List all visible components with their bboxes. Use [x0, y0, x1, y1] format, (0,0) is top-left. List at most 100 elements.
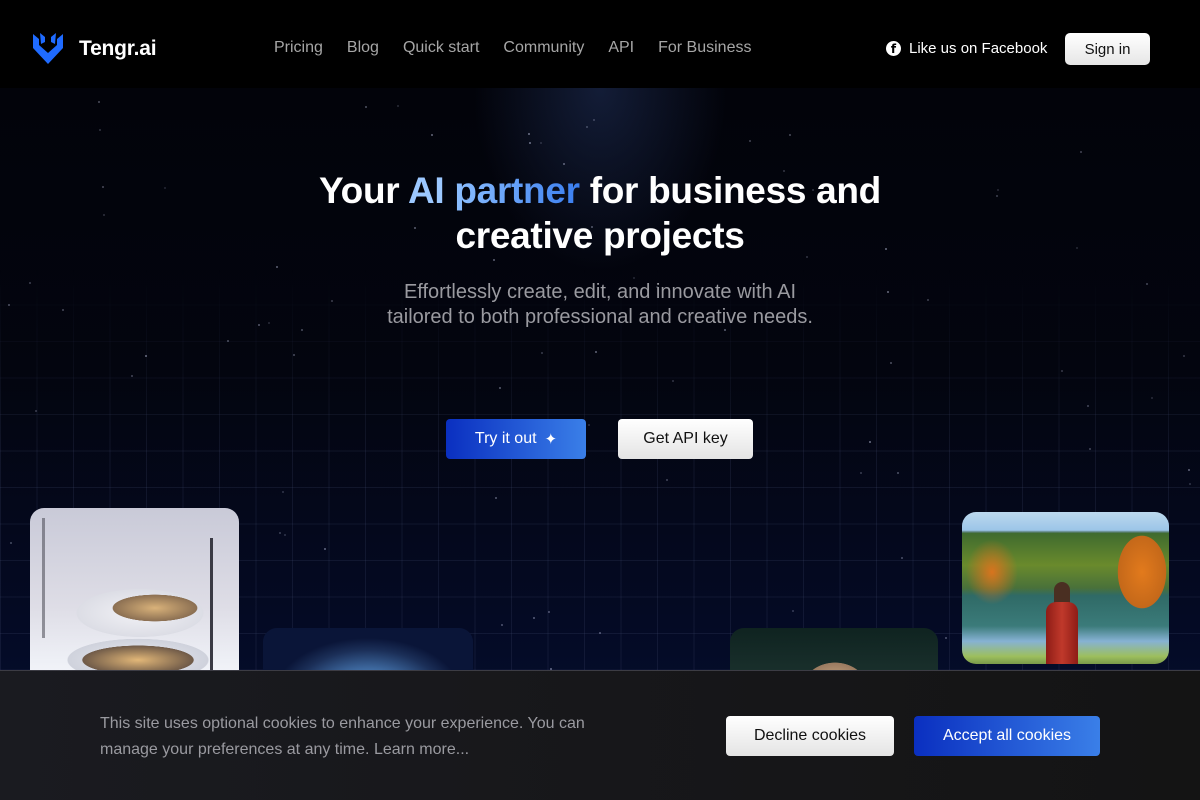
showcase-image-snowy-house [30, 508, 239, 688]
star [282, 491, 285, 494]
star [1080, 150, 1083, 153]
star [528, 133, 531, 136]
nav-api[interactable]: API [608, 39, 634, 57]
star [1060, 370, 1063, 373]
cookie-text: This site uses optional cookies to enhan… [100, 715, 585, 758]
star [562, 163, 565, 166]
try-it-out-label: Try it out [474, 430, 537, 447]
try-it-out-button[interactable]: Try it out ✦ [446, 419, 586, 459]
star [144, 354, 147, 357]
star [258, 324, 261, 327]
star [860, 471, 863, 474]
nav-blog[interactable]: Blog [347, 39, 379, 57]
star [529, 141, 532, 144]
star [28, 282, 31, 285]
star [492, 258, 495, 261]
star [1089, 447, 1092, 450]
star [494, 496, 497, 499]
star [300, 329, 303, 332]
headline-highlight-partner: partner [454, 170, 580, 211]
headline-text: Your [319, 170, 408, 211]
star [62, 309, 65, 312]
nav-quick-start[interactable]: Quick start [403, 39, 479, 57]
star [540, 142, 543, 145]
star [500, 624, 503, 627]
star [324, 547, 327, 550]
nav-for-business[interactable]: For Business [658, 39, 751, 57]
main-nav: Pricing Blog Quick start Community API F… [274, 39, 775, 57]
cookie-banner: This site uses optional cookies to enhan… [0, 670, 1200, 800]
star [588, 424, 591, 427]
star [900, 557, 903, 560]
tree-trunk [210, 538, 213, 688]
site-header: Tengr.ai Pricing Blog Quick start Commun… [0, 0, 1200, 88]
headline-space [444, 170, 454, 211]
star [672, 380, 675, 383]
headline-highlight-ai: AI [407, 170, 445, 211]
star [284, 533, 287, 536]
star [498, 386, 501, 389]
star [598, 631, 601, 634]
nav-pricing[interactable]: Pricing [274, 39, 323, 57]
star [396, 104, 399, 107]
brand-logo-link[interactable]: Tengr.ai [30, 31, 157, 67]
learn-more-link[interactable]: Learn more... [374, 741, 469, 758]
star [331, 299, 334, 302]
star [364, 105, 367, 108]
star [431, 134, 434, 137]
star [226, 339, 229, 342]
sign-in-button[interactable]: Sign in [1065, 33, 1150, 65]
star [547, 611, 550, 614]
star [292, 353, 295, 356]
star [886, 290, 889, 293]
star [1187, 469, 1190, 472]
star [276, 265, 279, 268]
star [927, 299, 930, 302]
sparkle-icon: ✦ [544, 430, 558, 448]
nav-community[interactable]: Community [503, 39, 584, 57]
star [585, 126, 588, 129]
get-api-key-button[interactable]: Get API key [618, 419, 753, 459]
star [748, 139, 751, 142]
decline-cookies-button[interactable]: Decline cookies [726, 716, 894, 756]
accept-cookies-button[interactable]: Accept all cookies [914, 716, 1100, 756]
star [788, 133, 791, 136]
facebook-label: Like us on Facebook [909, 40, 1048, 57]
star [532, 617, 535, 620]
star [633, 276, 636, 279]
star [8, 303, 11, 306]
showcase-image-autumn-lake [962, 512, 1169, 664]
star [594, 351, 597, 354]
star [130, 374, 133, 377]
headline-text: for business and [579, 170, 882, 211]
star [99, 129, 102, 132]
hero-subtitle: Effortlessly create, edit, and innovate … [387, 281, 813, 328]
woman-figure [1044, 582, 1080, 664]
star [1182, 355, 1185, 358]
star [592, 119, 595, 122]
star [540, 351, 543, 354]
star [1146, 282, 1149, 285]
antler-logo-icon [33, 33, 63, 64]
star [279, 531, 282, 534]
star [10, 541, 13, 544]
star [944, 636, 947, 639]
headline-line2: creative projects [455, 215, 745, 256]
tree-trunk [42, 518, 45, 638]
star [896, 472, 899, 475]
star [889, 361, 892, 364]
cookie-message: This site uses optional cookies to enhan… [100, 711, 610, 763]
star [267, 322, 270, 325]
star [34, 410, 37, 413]
star [868, 440, 871, 443]
facebook-icon: f [886, 41, 901, 56]
star [665, 479, 668, 482]
star [1151, 396, 1154, 399]
star [1087, 404, 1090, 407]
facebook-link[interactable]: f Like us on Facebook [886, 40, 1047, 57]
star [1188, 483, 1191, 486]
star [98, 100, 101, 103]
star [792, 609, 795, 612]
brand-name: Tengr.ai [79, 37, 157, 60]
woman-red-coat [1046, 602, 1078, 664]
